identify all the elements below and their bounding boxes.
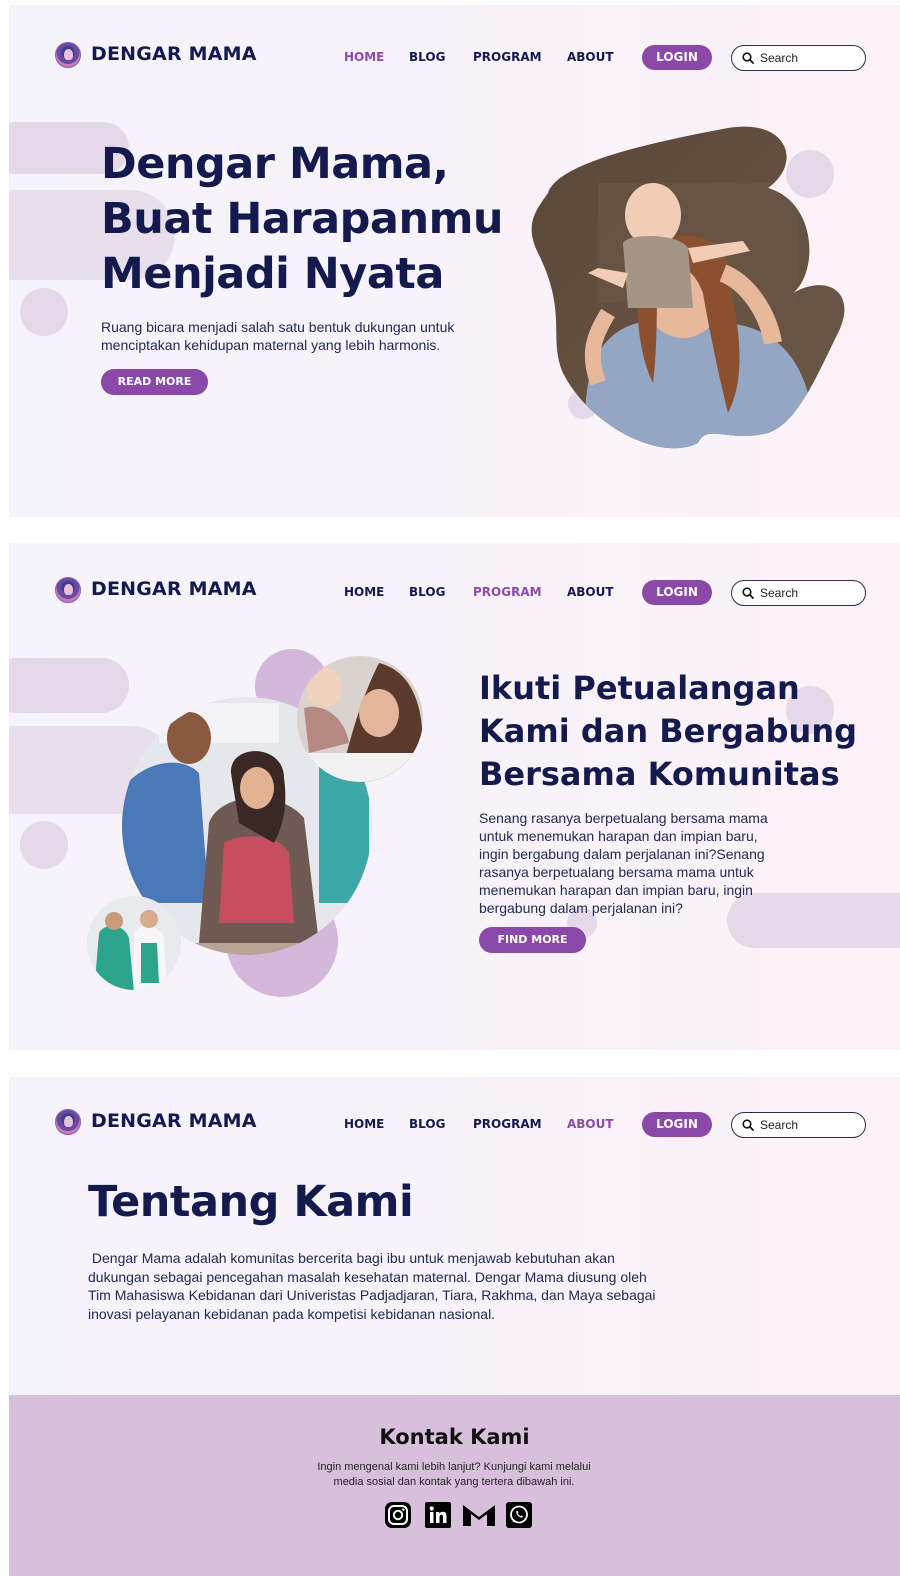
search-icon (742, 587, 754, 599)
instagram-icon[interactable] (384, 1501, 412, 1529)
brand-name[interactable]: DENGAR MAMA (91, 1110, 257, 1132)
search-input[interactable] (760, 1116, 860, 1134)
login-button[interactable]: LOGIN (642, 1112, 712, 1137)
find-more-button[interactable]: FIND MORE (479, 927, 586, 953)
hero-image (531, 126, 845, 449)
nav-blog[interactable]: BLOG (409, 1117, 445, 1131)
program-image-collage (87, 649, 423, 997)
nav-about[interactable]: ABOUT (567, 50, 614, 64)
contact-title: Kontak Kami (379, 1425, 530, 1449)
about-title: Tentang Kami (88, 1177, 414, 1227)
brand-name[interactable]: DENGAR MAMA (91, 43, 257, 65)
nav-about[interactable]: ABOUT (567, 1117, 614, 1131)
logo-icon[interactable] (55, 42, 81, 68)
decor-circle (20, 288, 68, 336)
hero-subtitle: Ruang bicara menjadi salah satu bentuk d… (101, 319, 455, 353)
search-input[interactable] (760, 584, 860, 602)
search-icon (742, 1119, 754, 1131)
nav-blog[interactable]: BLOG (409, 50, 445, 64)
navbar: DENGAR MAMA HOME BLOG PROGRAM ABOUT LOGI… (9, 5, 900, 105)
hero-title: Dengar Mama, Buat Harapanmu Menjadi Nyat… (101, 139, 503, 299)
navbar: DENGAR MAMA HOME BLOG PROGRAM ABOUT LOGI… (9, 543, 900, 643)
contact-text: Ingin mengenal kami lebih lanjut? Kunjun… (317, 1461, 591, 1488)
decor-circle (20, 821, 68, 869)
program-title: Ikuti Petualangan Kami dan Bergabung Ber… (479, 669, 858, 793)
nav-program[interactable]: PROGRAM (473, 50, 542, 64)
program-screen: DENGAR MAMA HOME BLOG PROGRAM ABOUT LOGI… (9, 543, 900, 1050)
nav-about[interactable]: ABOUT (567, 585, 614, 599)
about-description: Dengar Mama adalah komunitas bercerita b… (88, 1250, 656, 1322)
nav-program[interactable]: PROGRAM (473, 1117, 542, 1131)
read-more-button[interactable]: READ MORE (101, 369, 208, 395)
logo-icon[interactable] (55, 577, 81, 603)
contact-footer: Kontak Kami Ingin mengenal kami lebih la… (9, 1395, 900, 1576)
nav-home[interactable]: HOME (344, 50, 384, 64)
nav-blog[interactable]: BLOG (409, 585, 445, 599)
about-screen: DENGAR MAMA HOME BLOG PROGRAM ABOUT LOGI… (9, 1077, 900, 1576)
search-box[interactable] (731, 1112, 866, 1138)
nav-program[interactable]: PROGRAM (473, 585, 542, 599)
search-box[interactable] (731, 45, 866, 71)
program-description: Senang rasanya berpetualang bersama mama… (479, 810, 768, 916)
search-box[interactable] (731, 580, 866, 606)
login-button[interactable]: LOGIN (642, 45, 712, 70)
search-icon (742, 52, 754, 64)
home-screen: DENGAR MAMA HOME BLOG PROGRAM ABOUT LOGI… (9, 5, 900, 517)
brand-name[interactable]: DENGAR MAMA (91, 578, 257, 600)
navbar: DENGAR MAMA HOME BLOG PROGRAM ABOUT LOGI… (9, 1077, 900, 1177)
search-input[interactable] (760, 49, 860, 67)
nav-home[interactable]: HOME (344, 585, 384, 599)
gmail-icon[interactable] (462, 1501, 496, 1529)
logo-icon[interactable] (55, 1109, 81, 1135)
nav-home[interactable]: HOME (344, 1117, 384, 1131)
linkedin-icon[interactable] (424, 1501, 452, 1529)
login-button[interactable]: LOGIN (642, 580, 712, 605)
whatsapp-icon[interactable] (505, 1501, 533, 1529)
